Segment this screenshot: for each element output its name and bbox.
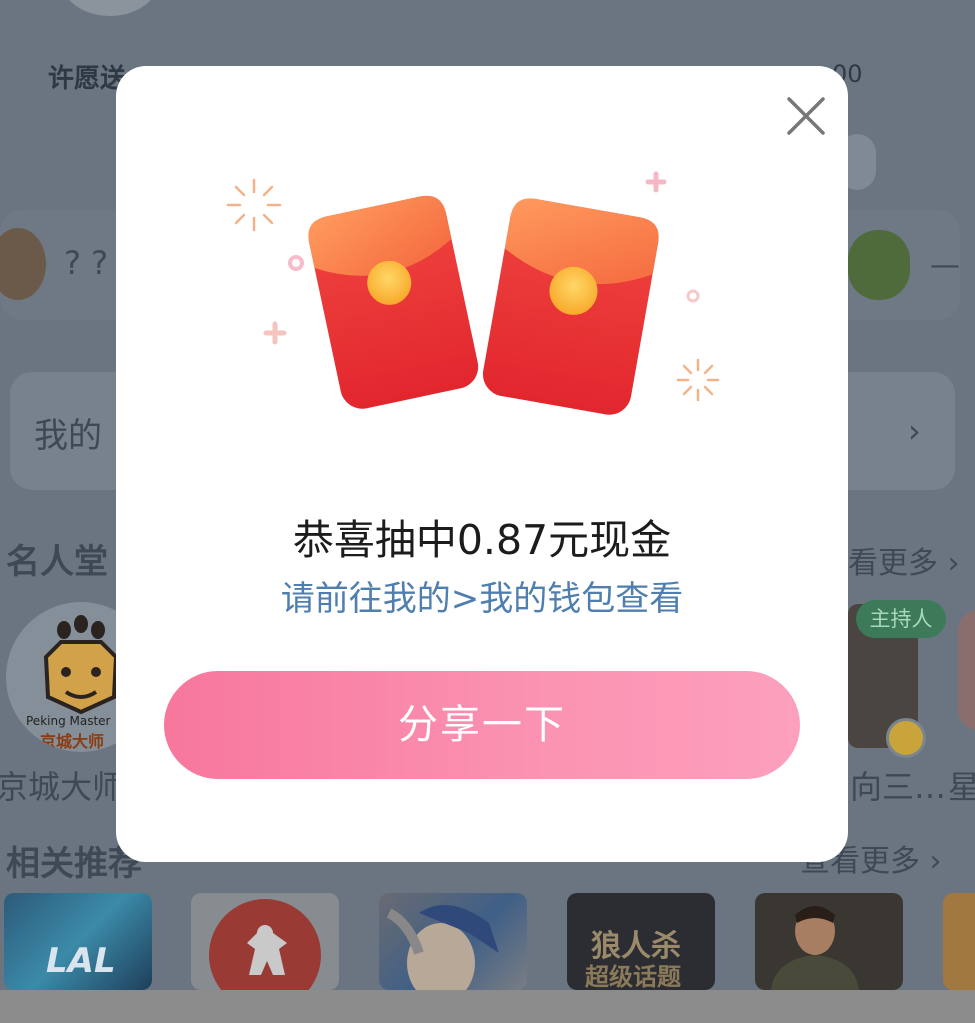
red-envelope-illustration (226, 171, 720, 415)
red-envelope-icon (308, 195, 479, 409)
thumb-person[interactable] (755, 893, 903, 990)
dash-text: — (930, 248, 960, 283)
my-section-label: 我的 (34, 416, 102, 456)
anime-character-image (386, 905, 499, 990)
thumb-lal-label: LAL (46, 941, 116, 981)
celebrity-name-3: 星 (948, 768, 975, 806)
logo-text-cn: 京城大师 (40, 732, 105, 751)
prize-title: 恭喜抽中0.87元现金 (292, 516, 672, 564)
sparkle-icon (676, 358, 720, 402)
werewolf-title-2: 超级话题 (585, 963, 681, 990)
red-envelope-icon (482, 198, 659, 415)
celebrity-avatar-3[interactable] (958, 610, 975, 730)
top-avatar (60, 0, 160, 16)
plus-icon (263, 321, 287, 345)
chevron-right-icon: › (908, 412, 921, 450)
sparkle-icon (226, 178, 282, 232)
see-more-link-1[interactable]: 看更多 › (848, 538, 960, 582)
red-envelope-modal: 恭喜抽中0.87元现金 请前往我的>我的钱包查看 分享一下 (116, 66, 848, 862)
celebrity-name-1: 京城大师 (0, 768, 125, 806)
thumb-werewolf[interactable]: 狼人杀 超级话题 (567, 893, 715, 990)
thumb-meeple[interactable] (191, 893, 339, 990)
host-badge: 主持人 (856, 600, 946, 638)
thumb-lal[interactable]: LAL (4, 893, 152, 990)
close-icon[interactable] (780, 90, 832, 142)
verified-badge-icon (886, 718, 926, 758)
user-avatar-right (848, 230, 910, 300)
share-button[interactable]: 分享一下 (164, 671, 800, 779)
question-marks: ? ? (64, 244, 109, 282)
logo-text-en: Peking Master (26, 714, 111, 728)
thumb-anime[interactable] (379, 893, 527, 990)
ring-dot (288, 255, 304, 271)
hall-of-fame-title: 名人堂 (6, 542, 108, 582)
wallet-hint: 请前往我的>我的钱包查看 (280, 579, 684, 619)
meeple-icon (209, 899, 321, 990)
bottom-bar (0, 990, 975, 1023)
plus-icon (645, 171, 667, 193)
celebrity-name-2: 向三… (850, 768, 947, 806)
ring-dot (686, 289, 700, 303)
header-label: 许愿送 (48, 64, 127, 94)
thumb-partial[interactable] (943, 893, 975, 990)
person-photo (771, 906, 859, 990)
close-button[interactable] (780, 90, 832, 142)
